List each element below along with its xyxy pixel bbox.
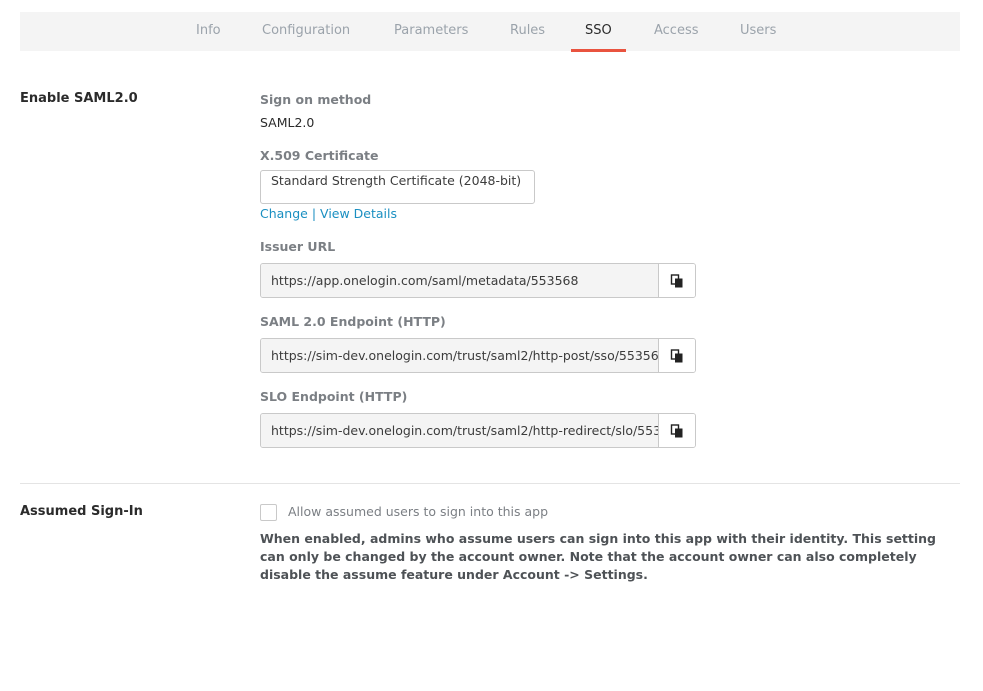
tab-configuration[interactable]: Configuration [262, 12, 350, 51]
tab-parameters[interactable]: Parameters [394, 12, 468, 51]
saml-section-label: Enable SAML2.0 [20, 91, 138, 106]
issuer-url-label: Issuer URL [260, 239, 336, 254]
sign-on-method-value: SAML2.0 [260, 115, 315, 130]
copy-issuer-url-button[interactable] [659, 264, 695, 297]
slo-endpoint-group [260, 413, 696, 448]
saml-endpoint-label: SAML 2.0 Endpoint (HTTP) [260, 314, 446, 329]
tab-label: SSO [585, 23, 612, 38]
certificate-label: X.509 Certificate [260, 148, 379, 163]
clipboard-icon [670, 348, 683, 362]
clipboard-icon [670, 273, 683, 287]
tab-rules[interactable]: Rules [510, 12, 545, 51]
copy-slo-endpoint-button[interactable] [659, 414, 695, 447]
copy-saml-endpoint-button[interactable] [659, 339, 695, 372]
tab-label: Configuration [262, 23, 351, 38]
slo-endpoint-field[interactable] [261, 414, 659, 447]
tab-bar: Info Configuration Parameters Rules SSO … [20, 12, 960, 52]
sign-on-method-label: Sign on method [260, 92, 372, 107]
saml-endpoint-group [260, 338, 696, 373]
tab-users[interactable]: Users [740, 12, 776, 51]
tab-label: Parameters [394, 23, 469, 38]
certificate-display: Standard Strength Certificate (2048-bit) [260, 170, 535, 204]
tab-info[interactable]: Info [196, 12, 221, 51]
slo-endpoint-label: SLO Endpoint (HTTP) [260, 389, 408, 404]
tab-label: Access [654, 23, 699, 38]
tab-label: Users [740, 23, 777, 38]
issuer-url-group [260, 263, 696, 298]
allow-assumed-checkbox[interactable] [260, 504, 277, 521]
certificate-links: Change | View Details [260, 206, 397, 221]
saml-endpoint-field[interactable] [261, 339, 659, 372]
allow-assumed-label: Allow assumed users to sign into this ap… [288, 504, 549, 519]
tab-access[interactable]: Access [654, 12, 699, 51]
issuer-url-field[interactable] [261, 264, 659, 297]
assumed-help-text: When enabled, admins who assume users ca… [260, 531, 937, 582]
tab-sso[interactable]: SSO [571, 12, 626, 52]
link-separator: | [311, 206, 317, 221]
section-divider [20, 483, 960, 484]
assumed-section-label: Assumed Sign-In [20, 504, 143, 519]
change-certificate-link[interactable]: Change [260, 206, 308, 221]
active-tab-indicator [571, 49, 626, 52]
view-details-link[interactable]: View Details [320, 206, 397, 221]
clipboard-icon [670, 423, 683, 437]
tab-label: Rules [510, 23, 546, 38]
tab-label: Info [196, 23, 221, 38]
